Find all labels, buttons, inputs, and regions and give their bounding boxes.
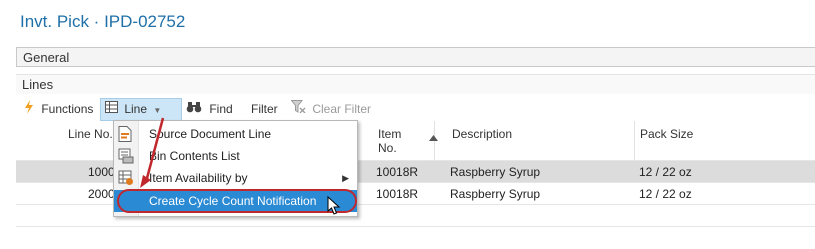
functions-button[interactable]: Functions ▼ xyxy=(24,100,108,119)
clear-filter-icon xyxy=(290,100,306,119)
chevron-down-icon: ▼ xyxy=(153,106,162,115)
page-title: Invt. Pick · IPD-02752 xyxy=(20,12,186,31)
grid-icon xyxy=(105,99,118,120)
header-item-no[interactable]: Item No. xyxy=(378,127,401,155)
lines-toolbar: Functions ▼ Line ▼ Find Filter xyxy=(16,97,815,121)
header-pack-size[interactable]: Pack Size xyxy=(640,127,693,141)
pack-size-cell: 12 / 22 oz xyxy=(639,187,692,201)
binoculars-icon xyxy=(186,100,202,119)
fasttab-lines[interactable]: Lines xyxy=(16,74,815,94)
functions-label: Functions xyxy=(41,102,94,117)
pack-size-cell: 12 / 22 oz xyxy=(639,165,692,179)
table-row-empty[interactable] xyxy=(16,226,815,249)
sort-ascending-icon xyxy=(429,130,438,144)
menu-item-label: Bin Contents List xyxy=(149,149,240,163)
find-label: Find xyxy=(209,102,233,116)
menu-item-label: Source Document Line xyxy=(149,127,272,141)
header-line-no[interactable]: Line No. xyxy=(68,127,113,141)
menu-item-bin-contents-list[interactable]: Bin Contents List xyxy=(114,145,357,167)
menu-item-item-availability-by[interactable]: Item Availability by ▶ xyxy=(114,167,357,189)
filter-label: Filter xyxy=(251,102,278,116)
item-no-cell: 10018R xyxy=(376,165,419,179)
menu-item-label: Item Availability by xyxy=(149,171,248,185)
line-menu-button[interactable]: Line ▼ xyxy=(100,98,182,121)
line-label: Line xyxy=(124,102,148,116)
annotation-highlight-ring xyxy=(117,189,357,213)
item-no-cell: 10018R xyxy=(376,187,419,201)
clear-filter-button[interactable]: Clear Filter xyxy=(290,100,372,119)
description-cell: Raspberry Syrup xyxy=(450,187,541,201)
filter-button[interactable]: Filter xyxy=(251,100,278,119)
header-description[interactable]: Description xyxy=(452,127,512,141)
submenu-arrow-icon: ▶ xyxy=(342,173,349,183)
clear-filter-label: Clear Filter xyxy=(312,102,372,116)
mouse-pointer-icon xyxy=(327,195,341,219)
menu-item-source-document-line[interactable]: Source Document Line xyxy=(114,123,357,145)
find-button[interactable]: Find xyxy=(186,100,233,119)
description-cell: Raspberry Syrup xyxy=(450,165,541,179)
fasttab-general[interactable]: General xyxy=(16,47,815,67)
lightning-icon xyxy=(24,100,34,120)
